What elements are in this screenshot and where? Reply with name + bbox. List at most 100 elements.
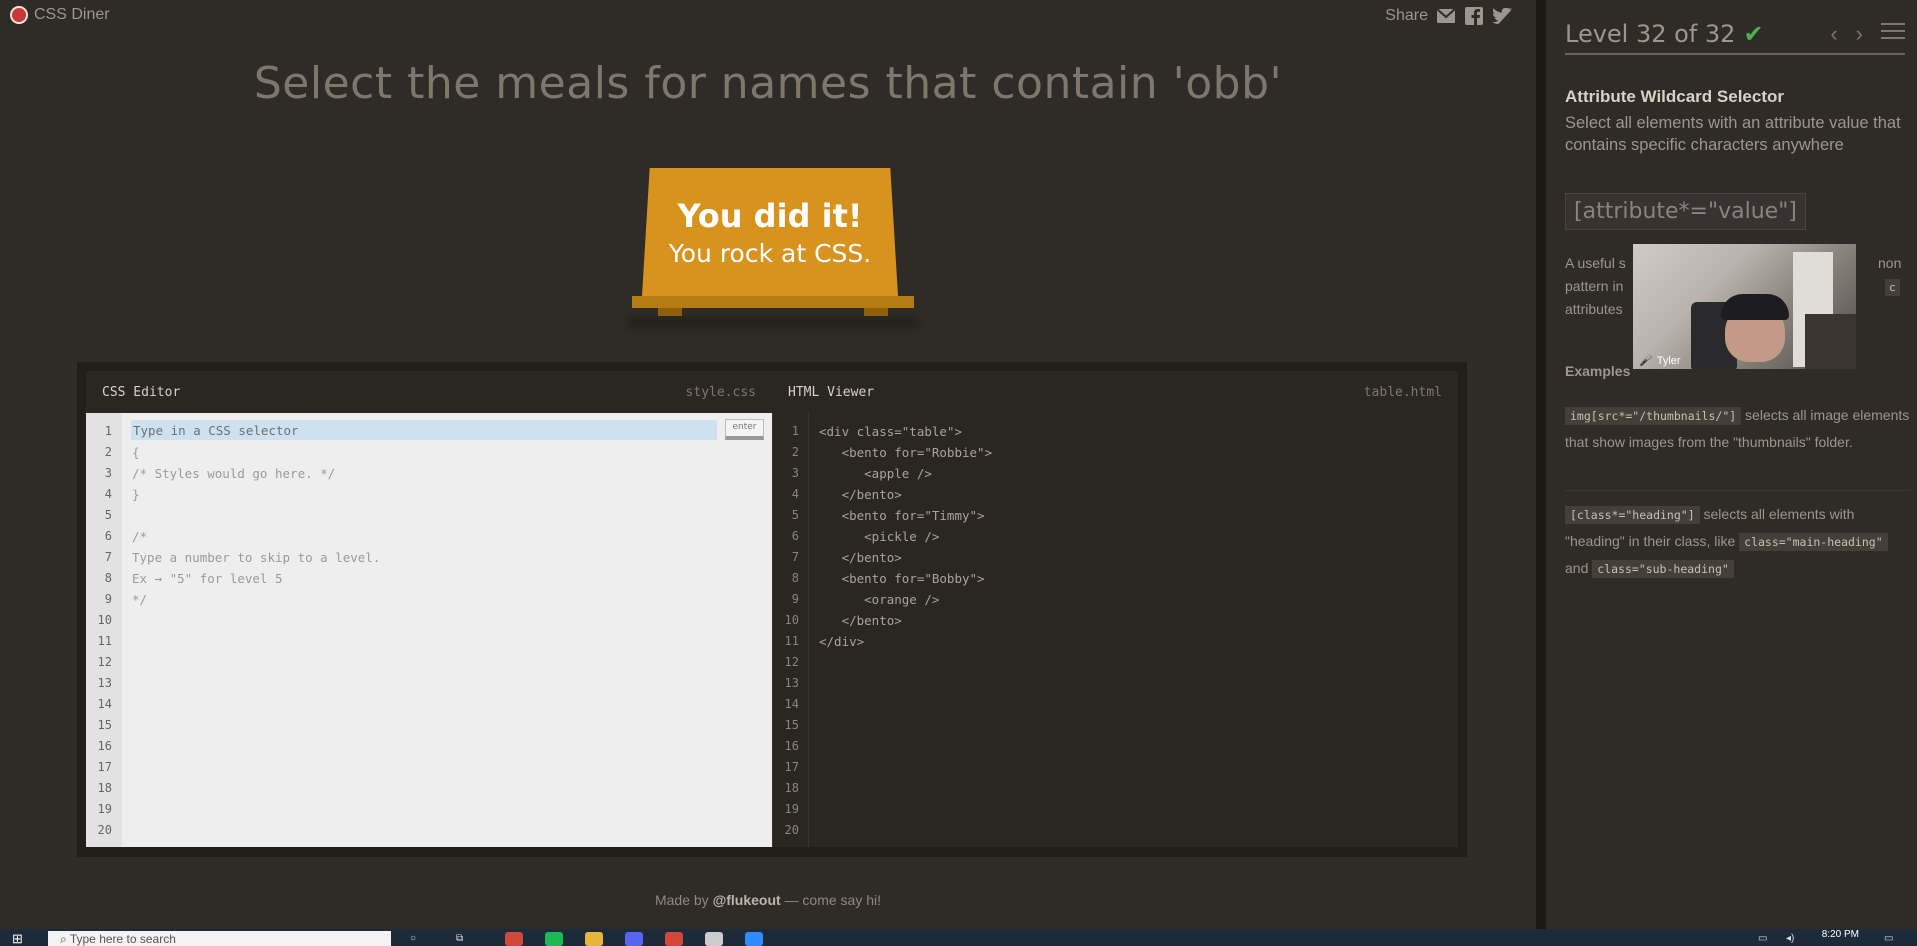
example-code: class="sub-heading" (1592, 560, 1734, 578)
html-code-line[interactable]: <bento for="Bobby"> (819, 571, 985, 586)
windows-start-icon[interactable]: ⊞ (12, 932, 26, 946)
example-code: class="main-heading" (1739, 533, 1888, 551)
line-number: 10 (97, 613, 112, 627)
example-code: img[src*="/thumbnails/"] (1565, 407, 1742, 425)
author-link[interactable]: @flukeout (713, 892, 781, 908)
line-number: 8 (104, 571, 112, 585)
html-code-line[interactable]: </bento> (819, 487, 902, 502)
twitter-icon[interactable] (1492, 6, 1512, 26)
taskbar-app-icon[interactable] (545, 932, 563, 946)
line-number: 2 (104, 445, 112, 459)
html-viewer-header: HTML Viewer table.html (772, 371, 1458, 413)
line-number: 7 (104, 550, 112, 564)
line-number: 12 (97, 655, 112, 669)
line-number: 16 (97, 739, 112, 753)
menu-icon[interactable] (1881, 21, 1905, 47)
css-selector-input[interactable] (131, 420, 717, 440)
cortana-icon[interactable]: ○ (410, 933, 416, 944)
css-line-numbers: 1 2 3 4 5 6 7 8 9 10 11 12 13 14 15 16 17 18 19 20 (86, 413, 122, 847)
line-number: 8 (791, 571, 799, 585)
webcam-label: 🎤 Tyler (1639, 354, 1681, 368)
line-number: 14 (784, 697, 799, 711)
previous-level-icon[interactable]: ‹ (1830, 21, 1837, 47)
example-text: and (1565, 560, 1593, 576)
examples-title: Examples (1565, 363, 1631, 379)
volume-icon[interactable]: ◂) (1786, 933, 1794, 944)
hint-text: A useful s (1565, 255, 1626, 271)
line-number: 19 (784, 802, 799, 816)
editor-panel: CSS Editor style.css HTML Viewer table.h… (77, 362, 1467, 857)
level-header: Level 32 of 32 ✔ ‹ › (1565, 14, 1905, 54)
table-top: You did it! You rock at CSS. (642, 168, 898, 296)
css-code-line: { (132, 445, 140, 460)
email-icon[interactable] (1436, 6, 1456, 26)
example-1: img[src*="/thumbnails/"] selects all ima… (1565, 402, 1910, 455)
html-code-line[interactable]: <bento for="Timmy"> (819, 508, 985, 523)
task-view-icon[interactable]: ⧉ (456, 933, 463, 944)
line-number: 14 (97, 697, 112, 711)
css-code-line: } (132, 487, 140, 502)
hint-text: non (1878, 255, 1902, 271)
taskbar: ⊞ ⌕ Type here to search ○ ⧉ ▭ ◂) 8:20 PM… (0, 929, 1917, 946)
level-sidebar: Level 32 of 32 ✔ ‹ › Attribute Wildcard … (1546, 0, 1917, 929)
share-bar: Share (1385, 6, 1512, 26)
line-number: 7 (791, 550, 799, 564)
taskbar-app-icon[interactable] (625, 932, 643, 946)
search-icon: ⌕ (60, 932, 70, 946)
line-number: 11 (784, 634, 799, 648)
taskbar-app-icon[interactable] (505, 932, 523, 946)
win-message: You did it! (677, 196, 863, 235)
html-code-line[interactable]: </div> (819, 634, 864, 649)
footer-suffix: — come say hi! (780, 892, 882, 908)
webcam-person-cap (1721, 294, 1789, 320)
network-icon[interactable]: ▭ (1758, 933, 1767, 944)
taskbar-app-icon[interactable] (665, 932, 683, 946)
app-logo[interactable]: CSS Diner (10, 6, 110, 24)
html-code-line[interactable]: </bento> (819, 613, 902, 628)
line-number: 16 (784, 739, 799, 753)
html-code-line[interactable]: </bento> (819, 550, 902, 565)
level-title[interactable]: Level 32 of 32 (1565, 20, 1735, 48)
notifications-icon[interactable]: ▭ (1884, 933, 1893, 944)
line-number: 4 (791, 487, 799, 501)
html-code-line[interactable]: <div class="table"> (819, 424, 962, 439)
pane-divider[interactable] (1536, 0, 1546, 929)
footer: Made by @flukeout — come say hi! (0, 892, 1536, 908)
html-viewer-title: HTML Viewer (788, 384, 875, 400)
css-file-name: style.css (685, 384, 756, 400)
hint-code: c (1885, 279, 1900, 296)
line-number: 17 (97, 760, 112, 774)
taskbar-app-icon[interactable] (705, 932, 723, 946)
facebook-icon[interactable] (1464, 6, 1484, 26)
table-edge (632, 296, 914, 308)
line-number: 6 (791, 529, 799, 543)
html-code-line[interactable]: <orange /> (819, 592, 939, 607)
line-number: 5 (791, 508, 799, 522)
taskbar-app-icon[interactable] (745, 932, 763, 946)
html-viewer: 1 2 3 4 5 6 7 8 9 10 11 12 13 14 15 16 17 18 19 20 <div cla… (772, 413, 1458, 847)
hint-text: pattern in (1565, 278, 1624, 294)
html-code-line[interactable]: <pickle /> (819, 529, 939, 544)
webcam-overlay[interactable]: 🎤 Tyler (1633, 244, 1856, 369)
line-number: 13 (784, 676, 799, 690)
enter-button[interactable]: enter (725, 419, 764, 440)
muted-mic-icon: 🎤 (1639, 355, 1653, 367)
example-code: [class*="heading"] (1565, 506, 1700, 524)
taskbar-clock[interactable]: 8:20 PM (1822, 929, 1859, 940)
win-submessage: You rock at CSS. (668, 238, 872, 268)
table-leg (864, 308, 888, 316)
taskbar-app-icon[interactable] (585, 932, 603, 946)
line-number: 15 (97, 718, 112, 732)
line-number: 15 (784, 718, 799, 732)
line-number: 10 (784, 613, 799, 627)
taskbar-search[interactable]: ⌕ Type here to search (48, 931, 391, 946)
html-code-line[interactable]: <bento for="Robbie"> (819, 445, 993, 460)
next-level-icon[interactable]: › (1856, 21, 1863, 47)
logo-icon (10, 6, 28, 24)
line-number: 5 (104, 508, 112, 522)
html-code-line[interactable]: <apple /> (819, 466, 932, 481)
webcam-name: Tyler (1656, 354, 1681, 367)
table-shadow (628, 318, 918, 328)
html-code: <div class="table"> <bento for="Robbie">… (809, 413, 1459, 847)
line-number: 20 (784, 823, 799, 837)
